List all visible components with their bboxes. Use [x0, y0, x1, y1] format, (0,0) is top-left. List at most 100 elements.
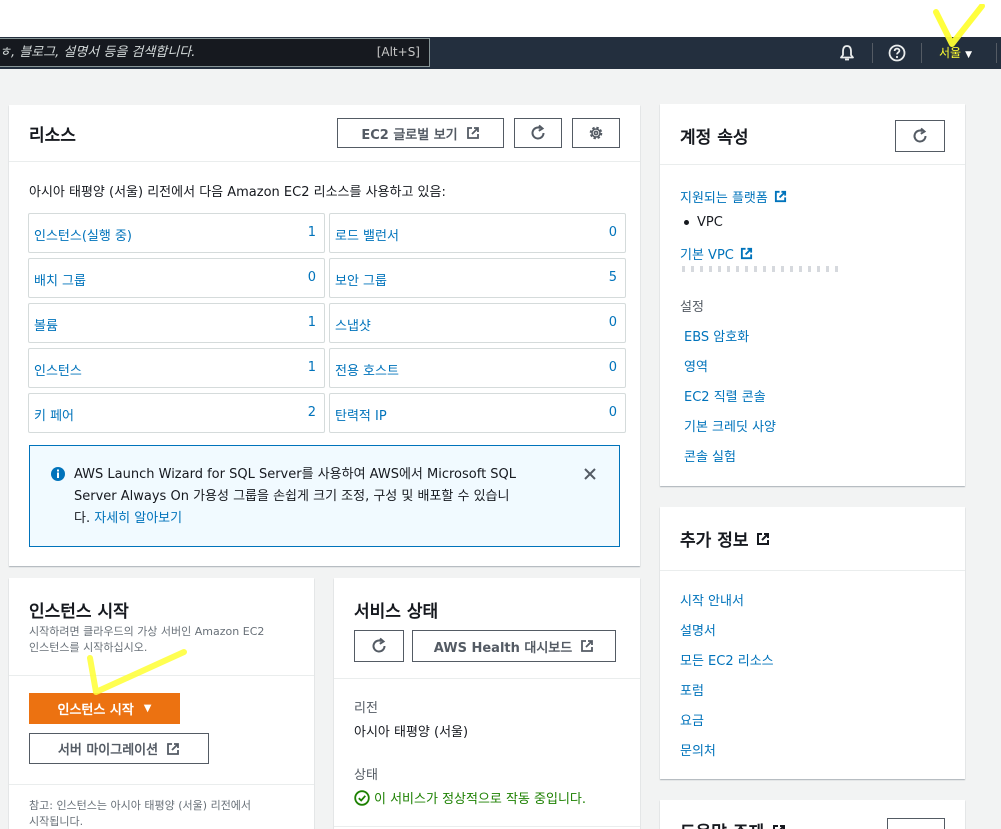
refresh-health-button[interactable]: [354, 630, 404, 662]
help-icon[interactable]: [887, 43, 907, 63]
resource-count[interactable]: 0: [609, 360, 617, 375]
resource-label[interactable]: 배치 그룹: [34, 270, 86, 289]
resource-item[interactable]: 키 페어 2: [28, 393, 325, 433]
notification-bell-icon[interactable]: [837, 43, 857, 63]
settings-link-serial-console[interactable]: EC2 직렬 콘솔: [684, 386, 766, 405]
resource-count[interactable]: 0: [609, 225, 617, 240]
refresh-resources-button[interactable]: [514, 118, 562, 148]
nav-separator: [996, 43, 997, 63]
nav-separator: [921, 43, 922, 63]
resource-label[interactable]: 전용 호스트: [335, 360, 399, 379]
resource-label[interactable]: 인스턴스: [34, 360, 82, 379]
resource-item[interactable]: 보안 그룹 5: [329, 258, 626, 298]
resource-label[interactable]: 보안 그룹: [335, 270, 387, 289]
redacted-vpc-id: [682, 266, 842, 272]
launch-note: 참고: 인스턴스는 아시아 태평양 (서울) 리전에서 시작됩니다.: [29, 798, 251, 829]
default-vpc-link[interactable]: 기본 VPC: [680, 244, 753, 263]
top-navigation-bar: ㅎ, 블로그, 설명서 등을 검색합니다. [Alt+S] 서울 ▼: [0, 37, 1001, 69]
resource-item[interactable]: 인스턴스(실행 중) 1: [28, 213, 325, 253]
external-link-icon: [167, 742, 180, 755]
external-link-icon: [757, 532, 770, 545]
resource-label[interactable]: 볼륨: [34, 315, 58, 334]
forums-link[interactable]: 포럼: [680, 680, 704, 699]
learn-more-link[interactable]: 자세히 알아보기: [94, 511, 182, 526]
additional-info-title: 추가 정보: [680, 526, 770, 551]
divider: [334, 826, 640, 827]
search-input[interactable]: ㅎ, 블로그, 설명서 등을 검색합니다. [Alt+S]: [0, 38, 430, 67]
resource-item[interactable]: 볼륨 1: [28, 303, 325, 343]
resource-count[interactable]: 2: [308, 405, 316, 420]
divider: [334, 678, 640, 679]
resource-label[interactable]: 로드 밸런서: [335, 225, 399, 244]
region-label: 리전: [354, 701, 378, 716]
divider: [9, 161, 640, 162]
resource-item[interactable]: 로드 밸런서 0: [329, 213, 626, 253]
settings-link-ebs-encryption[interactable]: EBS 암호화: [684, 326, 749, 345]
divider: [9, 784, 314, 785]
resource-label[interactable]: 탄력적 IP: [335, 405, 387, 424]
help-topics-label: 도움말 주제: [680, 818, 764, 829]
ec2-global-view-button[interactable]: EC2 글로벌 보기: [337, 118, 504, 148]
resource-count[interactable]: 1: [308, 315, 316, 330]
platform-name: VPC: [697, 215, 723, 230]
resource-count[interactable]: 1: [308, 360, 316, 375]
resource-item[interactable]: 인스턴스 1: [28, 348, 325, 388]
help-topics-title: 도움말 주제: [680, 818, 786, 829]
external-link-icon: [773, 824, 786, 829]
resources-description: 아시아 태평양 (서울) 리전에서 다음 Amazon EC2 리소스를 사용하…: [29, 185, 446, 200]
resource-label[interactable]: 스냅샷: [335, 315, 371, 334]
server-migration-button[interactable]: 서버 마이그레이션: [29, 733, 209, 764]
external-link-icon: [581, 640, 594, 652]
default-vpc-label[interactable]: 기본 VPC: [680, 244, 734, 263]
resource-item[interactable]: 배치 그룹 0: [28, 258, 325, 298]
bullet-icon: [684, 220, 689, 225]
status-value: 이 서비스가 정상적으로 작동 중입니다.: [354, 788, 586, 807]
success-check-icon: [354, 789, 370, 806]
resource-label[interactable]: 인스턴스(실행 중): [34, 225, 132, 244]
settings-link-zones[interactable]: 영역: [684, 356, 708, 375]
contact-link[interactable]: 문의처: [680, 740, 716, 759]
refresh-icon: [531, 124, 545, 140]
highlight-check-mark-icon: [933, 4, 985, 47]
resource-count[interactable]: 1: [308, 225, 316, 240]
documentation-link[interactable]: 설명서: [680, 620, 716, 639]
resource-count[interactable]: 0: [609, 405, 617, 420]
gear-icon: [589, 126, 603, 140]
aws-health-dashboard-button[interactable]: AWS Health 대시보드: [412, 630, 616, 662]
refresh-account-button[interactable]: [895, 120, 945, 152]
status-text: 이 서비스가 정상적으로 작동 중입니다.: [374, 792, 587, 807]
ec2-global-view-label: EC2 글로벌 보기: [361, 127, 458, 143]
close-icon[interactable]: [583, 467, 597, 481]
resource-item[interactable]: 탄력적 IP 0: [329, 393, 626, 433]
settings-link-console-experiments[interactable]: 콘솔 실험: [684, 446, 736, 465]
resource-label[interactable]: 키 페어: [34, 405, 74, 424]
external-link-icon: [466, 127, 479, 139]
resource-item[interactable]: 스냅샷 0: [329, 303, 626, 343]
note-line: 시작됩니다.: [29, 815, 84, 828]
platform-list-item: VPC: [684, 215, 723, 230]
help-topics-collapse-button[interactable]: [887, 818, 945, 829]
resource-count[interactable]: 0: [308, 270, 316, 285]
launch-instance-title: 인스턴스 시작: [29, 602, 129, 622]
pricing-link[interactable]: 요금: [680, 710, 704, 729]
info-icon: [51, 467, 65, 481]
info-alert: AWS Launch Wizard for SQL Server를 사용하여 A…: [29, 445, 620, 547]
resource-item[interactable]: 전용 호스트 0: [329, 348, 626, 388]
supported-platforms-link[interactable]: 지원되는 플랫폼: [680, 187, 787, 206]
all-ec2-resources-link[interactable]: 모든 EC2 리소스: [680, 650, 774, 669]
additional-info-panel: 추가 정보 시작 안내서 설명서 모든 EC2 리소스 포럼 요금 문의처: [660, 507, 965, 779]
aws-health-dashboard-label: AWS Health 대시보드: [433, 640, 573, 656]
highlight-check-mark-icon: [87, 649, 187, 695]
settings-link-default-credit[interactable]: 기본 크레딧 사양: [684, 416, 776, 435]
external-link-icon: [740, 247, 752, 260]
additional-info-label: 추가 정보: [680, 531, 749, 551]
server-migration-label: 서버 마이그레이션: [57, 743, 159, 758]
note-line: 참고: 인스턴스는 아시아 태평양 (서울) 리전에서: [29, 799, 252, 812]
supported-platforms-label[interactable]: 지원되는 플랫폼: [680, 187, 768, 206]
settings-label: 설정: [680, 300, 704, 315]
resource-count[interactable]: 5: [609, 270, 617, 285]
resource-count[interactable]: 0: [609, 315, 617, 330]
help-topics-panel: 도움말 주제: [660, 800, 965, 829]
settings-button[interactable]: [572, 118, 620, 148]
getting-started-link[interactable]: 시작 안내서: [680, 590, 744, 609]
